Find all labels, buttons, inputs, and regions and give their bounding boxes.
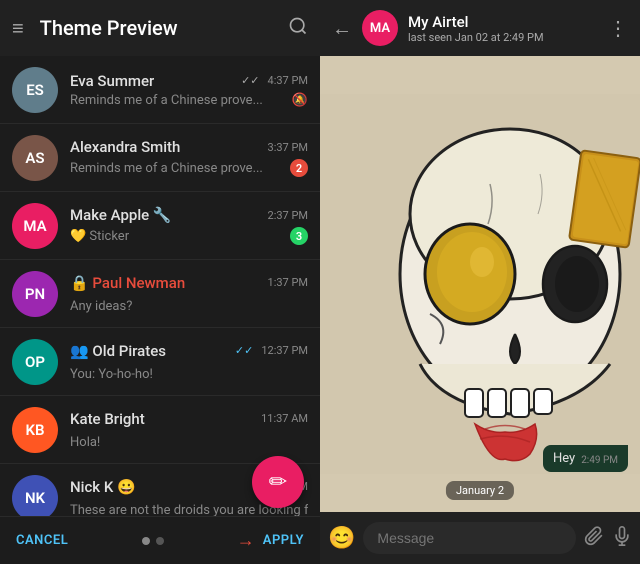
- left-header: ≡ Theme Preview: [0, 0, 320, 56]
- avatar: AS: [12, 135, 58, 181]
- chat-time: 2:37 PM: [268, 209, 308, 222]
- emoji-button[interactable]: 😊: [328, 526, 355, 551]
- chat-info: 👥 Old Pirates ✓✓ 12:37 PM You: Yo-ho-ho!: [70, 342, 308, 382]
- hamburger-icon[interactable]: ≡: [12, 16, 24, 41]
- chat-name: Make Apple 🔧: [70, 206, 172, 224]
- left-panel: ≡ Theme Preview ES Eva Summer ✓✓ 4:37 PM: [0, 0, 320, 564]
- date-badge: January 2: [446, 481, 514, 500]
- message-text: Hey: [553, 451, 575, 466]
- double-check-icon: ✓✓: [235, 344, 253, 357]
- chat-info: Kate Bright 11:37 AM Hola!: [70, 410, 308, 450]
- chat-time: 1:37 PM: [268, 276, 308, 289]
- muted-icon: 🔕: [292, 93, 308, 108]
- chat-preview: You: Yo-ho-ho!: [70, 367, 153, 382]
- contact-status: last seen Jan 02 at 2:49 PM: [408, 31, 598, 44]
- right-header: ← MA My Airtel last seen Jan 02 at 2:49 …: [320, 0, 640, 56]
- contact-name: My Airtel: [408, 13, 598, 31]
- chat-item[interactable]: KB Kate Bright 11:37 AM Hola!: [0, 396, 320, 464]
- mic-icon[interactable]: [612, 526, 632, 551]
- avatar: NK: [12, 475, 58, 517]
- message-time: 2:49 PM: [581, 455, 618, 466]
- avatar: KB: [12, 407, 58, 453]
- unread-badge: 3: [290, 227, 308, 245]
- contact-avatar: MA: [362, 10, 398, 46]
- chat-preview: Hola!: [70, 435, 100, 450]
- chat-info: Alexandra Smith 3:37 PM Reminds me of a …: [70, 138, 308, 177]
- chat-name: Nick K 😀: [70, 478, 136, 496]
- bottom-bar: CANCEL → APPLY: [0, 516, 320, 564]
- page-title: Theme Preview: [40, 16, 272, 40]
- chat-preview: Any ideas?: [70, 299, 132, 314]
- avatar: PN: [12, 271, 58, 317]
- chat-item[interactable]: PN 🔒 Paul Newman 1:37 PM Any ideas?: [0, 260, 320, 328]
- page-dots: [142, 537, 164, 545]
- chat-input-bar: 😊: [320, 512, 640, 564]
- chat-preview: 💛 Sticker: [70, 229, 129, 244]
- dot-active: [142, 537, 150, 545]
- apply-button[interactable]: APPLY: [263, 533, 304, 548]
- chat-preview: Reminds me of a Chinese prove...: [70, 161, 263, 176]
- chat-time: 3:37 PM: [268, 141, 308, 154]
- arrow-icon: →: [237, 530, 255, 551]
- chat-name: 👥 Old Pirates: [70, 342, 166, 360]
- message-bubble: Hey 2:49 PM: [543, 445, 628, 472]
- unread-badge: 2: [290, 159, 308, 177]
- chat-info: Eva Summer ✓✓ 4:37 PM Reminds me of a Ch…: [70, 72, 308, 108]
- avatar: ES: [12, 67, 58, 113]
- right-panel: ← MA My Airtel last seen Jan 02 at 2:49 …: [320, 0, 640, 564]
- chat-time: 11:37 AM: [261, 412, 308, 425]
- attach-icon[interactable]: [584, 526, 604, 551]
- chat-name: Alexandra Smith: [70, 138, 180, 156]
- chat-name: Eva Summer: [70, 72, 154, 90]
- dot: [156, 537, 164, 545]
- double-check-icon: ✓✓: [241, 74, 259, 87]
- cancel-button[interactable]: CANCEL: [16, 533, 68, 548]
- contact-info: My Airtel last seen Jan 02 at 2:49 PM: [408, 13, 598, 44]
- message-input[interactable]: [363, 522, 576, 554]
- skull-image: January 2 Hey 2:49 PM: [320, 56, 640, 512]
- chat-info: 🔒 Paul Newman 1:37 PM Any ideas?: [70, 274, 308, 314]
- chat-time: 12:37 PM: [261, 344, 308, 357]
- chat-info: Make Apple 🔧 2:37 PM 💛 Sticker 3: [70, 206, 308, 245]
- more-options-icon[interactable]: ⋮: [608, 16, 628, 40]
- chat-name: 🔒 Paul Newman: [70, 274, 185, 292]
- apply-section: → APPLY: [237, 530, 304, 551]
- chat-image-area: January 2 Hey 2:49 PM: [320, 56, 640, 512]
- avatar: OP: [12, 339, 58, 385]
- back-icon[interactable]: ←: [332, 16, 352, 41]
- compose-fab[interactable]: ✏: [252, 456, 304, 508]
- chat-time: 4:37 PM: [268, 74, 308, 87]
- chat-preview: Reminds me of a Chinese prove...: [70, 93, 263, 108]
- chat-name: Kate Bright: [70, 410, 145, 428]
- chat-item[interactable]: ES Eva Summer ✓✓ 4:37 PM Reminds me of a…: [0, 56, 320, 124]
- chat-item[interactable]: OP 👥 Old Pirates ✓✓ 12:37 PM You: Yo-ho-…: [0, 328, 320, 396]
- chat-item[interactable]: MA Make Apple 🔧 2:37 PM 💛 Sticker 3: [0, 192, 320, 260]
- search-icon[interactable]: [288, 16, 308, 41]
- avatar: MA: [12, 203, 58, 249]
- chat-list: ES Eva Summer ✓✓ 4:37 PM Reminds me of a…: [0, 56, 320, 516]
- chat-item[interactable]: AS Alexandra Smith 3:37 PM Reminds me of…: [0, 124, 320, 192]
